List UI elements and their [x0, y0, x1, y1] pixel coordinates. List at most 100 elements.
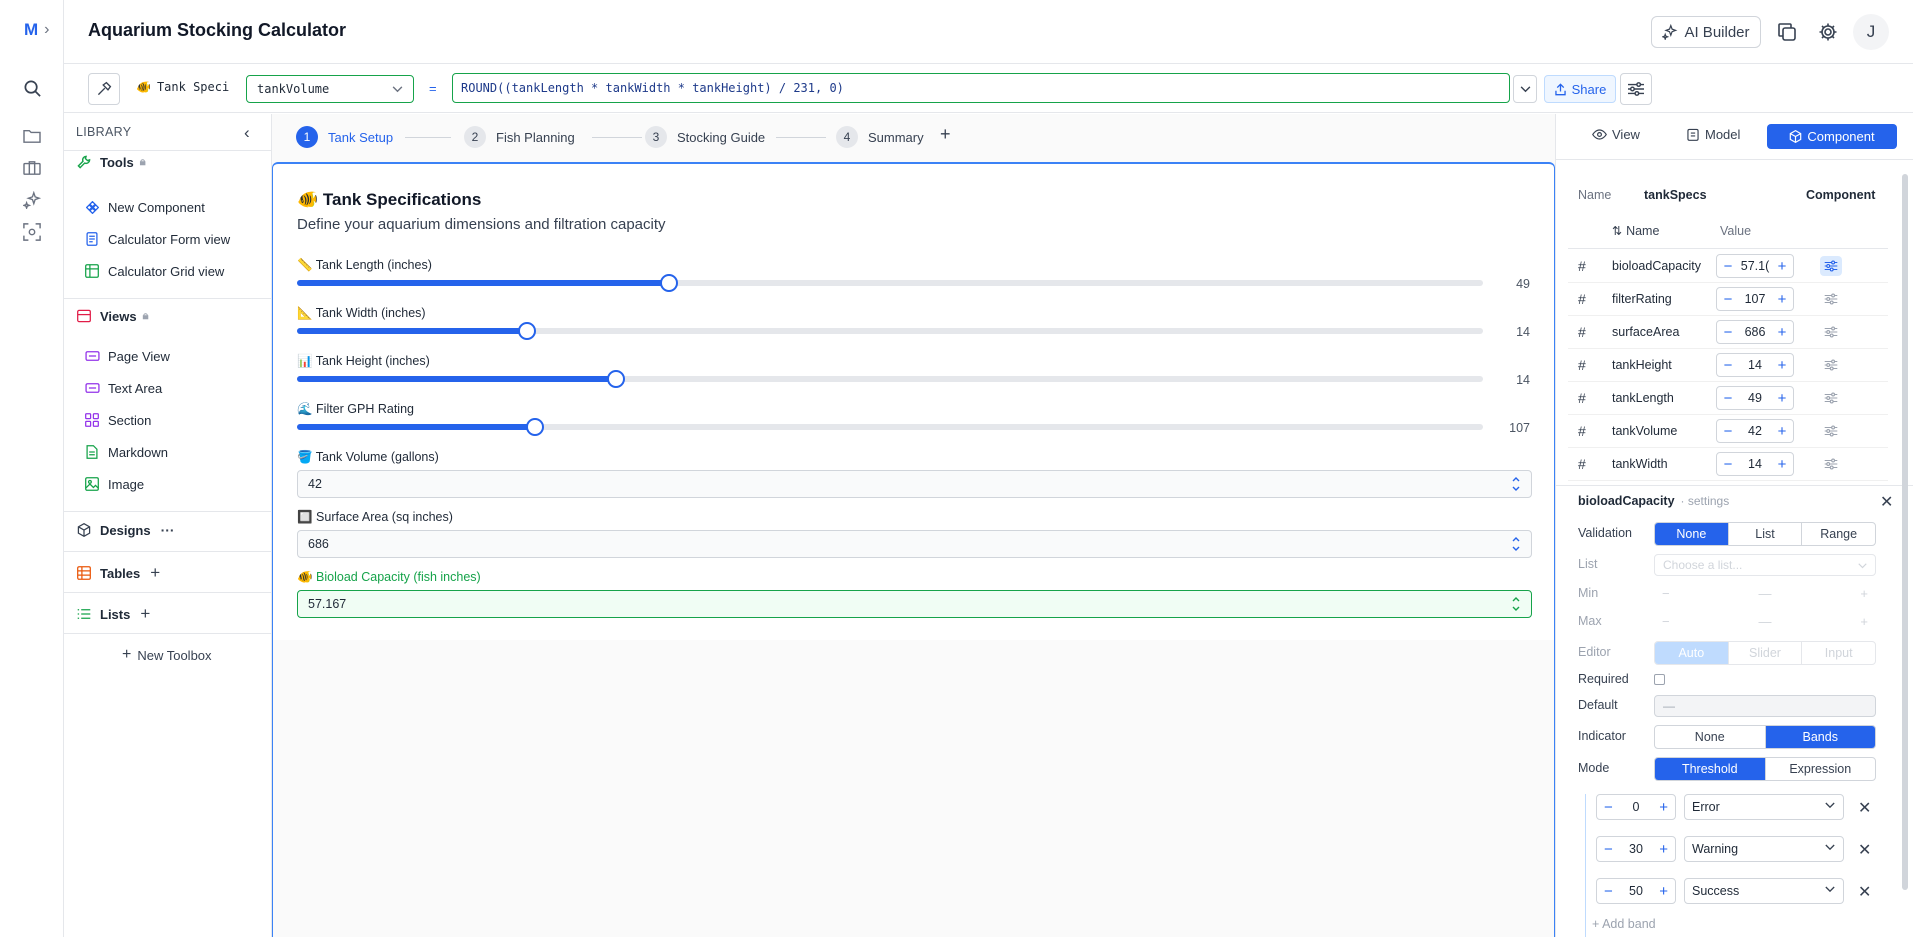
increment-icon[interactable]: + — [1776, 292, 1788, 307]
slider-thumb[interactable] — [660, 274, 679, 292]
settings-sliders-icon[interactable] — [1820, 355, 1842, 375]
library-item-calculator-grid[interactable]: Calculator Grid view — [84, 261, 224, 281]
property-value-stepper[interactable]: −49 + — [1716, 386, 1794, 410]
increment-icon[interactable]: + — [1659, 883, 1668, 900]
library-item-image[interactable]: Image — [84, 474, 144, 494]
remove-band-icon[interactable]: ✕ — [1858, 798, 1871, 818]
increment-icon[interactable]: + — [1776, 457, 1788, 472]
sliders-icon[interactable] — [1620, 73, 1652, 105]
decrement-icon[interactable]: − — [1722, 457, 1734, 472]
component-selector[interactable]: 🐠 Tank Speci — [136, 80, 229, 94]
mode-threshold[interactable]: Threshold — [1655, 758, 1765, 780]
increment-icon[interactable]: + — [1659, 841, 1668, 858]
library-item-calculator-form[interactable]: Calculator Form view — [84, 229, 230, 249]
tank-width-slider[interactable] — [297, 322, 1483, 340]
add-list-button[interactable]: + — [140, 604, 150, 624]
decrement-icon[interactable]: − — [1722, 391, 1734, 406]
band-threshold-stepper[interactable]: − 30 + — [1596, 836, 1676, 862]
sort-by-name[interactable]: ⇅ Name — [1612, 224, 1659, 238]
library-item-markdown[interactable]: Markdown — [84, 442, 168, 462]
decrement-icon[interactable]: − — [1722, 325, 1734, 340]
band-status-select[interactable]: Success — [1684, 878, 1844, 904]
views-section[interactable]: Views 🔒︎ — [76, 308, 148, 324]
workspace-switcher[interactable]: M › — [24, 20, 50, 40]
library-item-text-area[interactable]: Text Area — [84, 378, 162, 398]
increment-icon[interactable]: + — [1776, 424, 1788, 439]
lists-section[interactable]: Lists + — [76, 604, 150, 624]
increment-icon[interactable]: + — [1776, 391, 1788, 406]
increment-icon[interactable]: + — [1776, 358, 1788, 373]
copy-icon[interactable] — [1777, 22, 1797, 42]
property-value-stepper[interactable]: −14 + — [1716, 353, 1794, 377]
folder-icon[interactable] — [20, 124, 44, 148]
designs-section[interactable]: Designs ··· — [76, 522, 175, 538]
property-row[interactable]: # tankLength −49 + — [1568, 382, 1888, 415]
slider-thumb[interactable] — [526, 418, 545, 436]
band-threshold-stepper[interactable]: − 50 + — [1596, 878, 1676, 904]
spinner-icon[interactable] — [1511, 475, 1521, 493]
mode-expression[interactable]: Expression — [1764, 758, 1876, 780]
collapse-icon[interactable]: ‹ — [244, 123, 250, 143]
property-value-stepper[interactable]: −107 + — [1716, 287, 1794, 311]
property-row[interactable]: # bioloadCapacity −57.1(+ — [1568, 250, 1888, 283]
property-row[interactable]: # tankWidth −14 + — [1568, 448, 1888, 481]
tank-length-slider[interactable] — [297, 274, 1483, 292]
add-step-button[interactable]: + — [940, 124, 951, 145]
decrement-icon[interactable]: − — [1722, 292, 1734, 307]
validation-list[interactable]: List — [1727, 523, 1802, 545]
library-item-section[interactable]: Section — [84, 410, 151, 430]
step-tank-setup[interactable]: 1 Tank Setup — [296, 126, 393, 148]
scan-icon[interactable] — [20, 220, 44, 244]
ai-builder-button[interactable]: AI Builder — [1651, 16, 1761, 48]
mode-toggle[interactable]: Threshold Expression — [1654, 757, 1876, 781]
tank-height-slider[interactable] — [297, 370, 1483, 388]
close-icon[interactable]: ✕ — [1880, 492, 1893, 512]
component-name[interactable]: tankSpecs — [1644, 188, 1707, 202]
tank-volume-input[interactable]: 42 — [297, 470, 1532, 498]
property-row[interactable]: # surfaceArea −686 + — [1568, 316, 1888, 349]
decrement-icon[interactable]: − — [1722, 259, 1734, 274]
formula-input[interactable]: ROUND((tankLength * tankWidth * tankHeig… — [452, 73, 1510, 103]
new-toolbox-button[interactable]: + New Toolbox — [122, 646, 212, 664]
decrement-icon[interactable]: − — [1722, 424, 1734, 439]
tools-section[interactable]: Tools 🔒︎ — [76, 154, 146, 170]
settings-sliders-icon[interactable] — [1820, 256, 1842, 276]
slider-thumb[interactable] — [518, 322, 537, 340]
spinner-icon[interactable] — [1511, 595, 1521, 613]
tab-view[interactable]: View — [1592, 127, 1640, 142]
property-value-stepper[interactable]: −57.1(+ — [1716, 254, 1794, 278]
step-stocking-guide[interactable]: 3 Stocking Guide — [645, 126, 765, 148]
search-icon[interactable] — [20, 76, 44, 100]
sparkles-icon[interactable] — [20, 188, 44, 212]
step-summary[interactable]: 4 Summary — [836, 126, 924, 148]
property-row[interactable]: # tankHeight −14 + — [1568, 349, 1888, 382]
spinner-icon[interactable] — [1511, 535, 1521, 553]
slider-thumb[interactable] — [607, 370, 626, 388]
expand-formula-button[interactable] — [1513, 75, 1537, 103]
surface-area-input[interactable]: 686 — [297, 530, 1532, 558]
share-button[interactable]: Share — [1544, 75, 1616, 103]
default-input[interactable]: — — [1654, 695, 1876, 717]
settings-sliders-icon[interactable] — [1820, 454, 1842, 474]
validation-none[interactable]: None — [1655, 523, 1728, 545]
decrement-icon[interactable]: − — [1604, 883, 1613, 900]
filter-gph-slider[interactable] — [297, 418, 1483, 436]
indicator-bands[interactable]: Bands — [1764, 726, 1875, 748]
increment-icon[interactable]: + — [1776, 259, 1788, 274]
increment-icon[interactable]: + — [1776, 325, 1788, 340]
briefcase-icon[interactable] — [20, 156, 44, 180]
library-item-new-component[interactable]: New Component — [84, 197, 205, 217]
indicator-toggle[interactable]: None Bands — [1654, 725, 1876, 749]
add-band-button[interactable]: + Add band — [1592, 917, 1656, 931]
avatar[interactable]: J — [1853, 14, 1889, 50]
tab-model[interactable]: Model — [1687, 127, 1740, 142]
increment-icon[interactable]: + — [1659, 799, 1668, 816]
property-value-stepper[interactable]: −42 + — [1716, 419, 1794, 443]
settings-sliders-icon[interactable] — [1820, 322, 1842, 342]
decrement-icon[interactable]: − — [1604, 799, 1613, 816]
gear-icon[interactable] — [1818, 22, 1838, 42]
band-status-select[interactable]: Warning — [1684, 836, 1844, 862]
decrement-icon[interactable]: − — [1604, 841, 1613, 858]
settings-sliders-icon[interactable] — [1820, 289, 1842, 309]
band-threshold-stepper[interactable]: − 0 + — [1596, 794, 1676, 820]
